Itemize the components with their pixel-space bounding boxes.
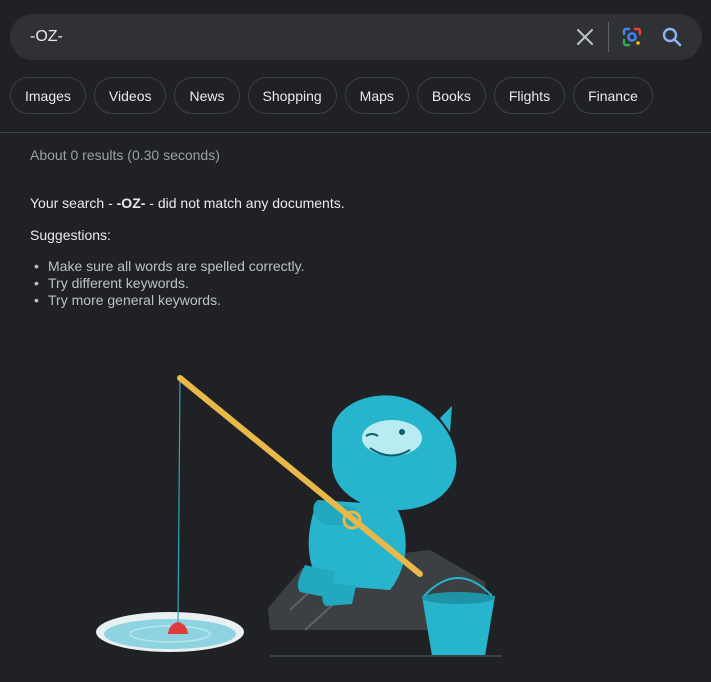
header-divider bbox=[0, 132, 711, 133]
no-match-prefix: Your search - bbox=[30, 195, 117, 211]
tab-shopping[interactable]: Shopping bbox=[247, 77, 337, 114]
suggestion-item: Try more general keywords. bbox=[30, 292, 305, 309]
tab-images[interactable]: Images bbox=[10, 77, 86, 114]
search-icon[interactable] bbox=[660, 25, 684, 49]
tab-news[interactable]: News bbox=[174, 77, 240, 114]
tab-maps[interactable]: Maps bbox=[344, 77, 409, 114]
search-input[interactable] bbox=[30, 14, 550, 60]
suggestions-title: Suggestions: bbox=[30, 227, 111, 243]
no-match-suffix: - did not match any documents. bbox=[145, 195, 345, 211]
tab-books[interactable]: Books bbox=[416, 77, 486, 114]
no-match-query: -OZ- bbox=[116, 195, 146, 211]
no-results-message: Your search - -OZ- - did not match any d… bbox=[30, 195, 345, 211]
tab-finance[interactable]: Finance bbox=[573, 77, 653, 114]
result-stats: About 0 results (0.30 seconds) bbox=[30, 147, 220, 163]
google-lens-icon[interactable] bbox=[620, 25, 644, 49]
suggestions-list: Make sure all words are spelled correctl… bbox=[30, 258, 305, 309]
yeti-fishing-illustration bbox=[90, 360, 510, 662]
bucket bbox=[422, 596, 495, 656]
suggestion-item: Make sure all words are spelled correctl… bbox=[30, 258, 305, 275]
suggestion-item: Try different keywords. bbox=[30, 275, 305, 292]
tab-flights[interactable]: Flights bbox=[493, 77, 566, 114]
search-divider bbox=[608, 22, 609, 52]
search-tabs: Images Videos News Shopping Maps Books F… bbox=[10, 77, 653, 114]
search-bar bbox=[10, 14, 702, 60]
close-icon[interactable] bbox=[573, 25, 597, 49]
tab-videos[interactable]: Videos bbox=[93, 77, 167, 114]
